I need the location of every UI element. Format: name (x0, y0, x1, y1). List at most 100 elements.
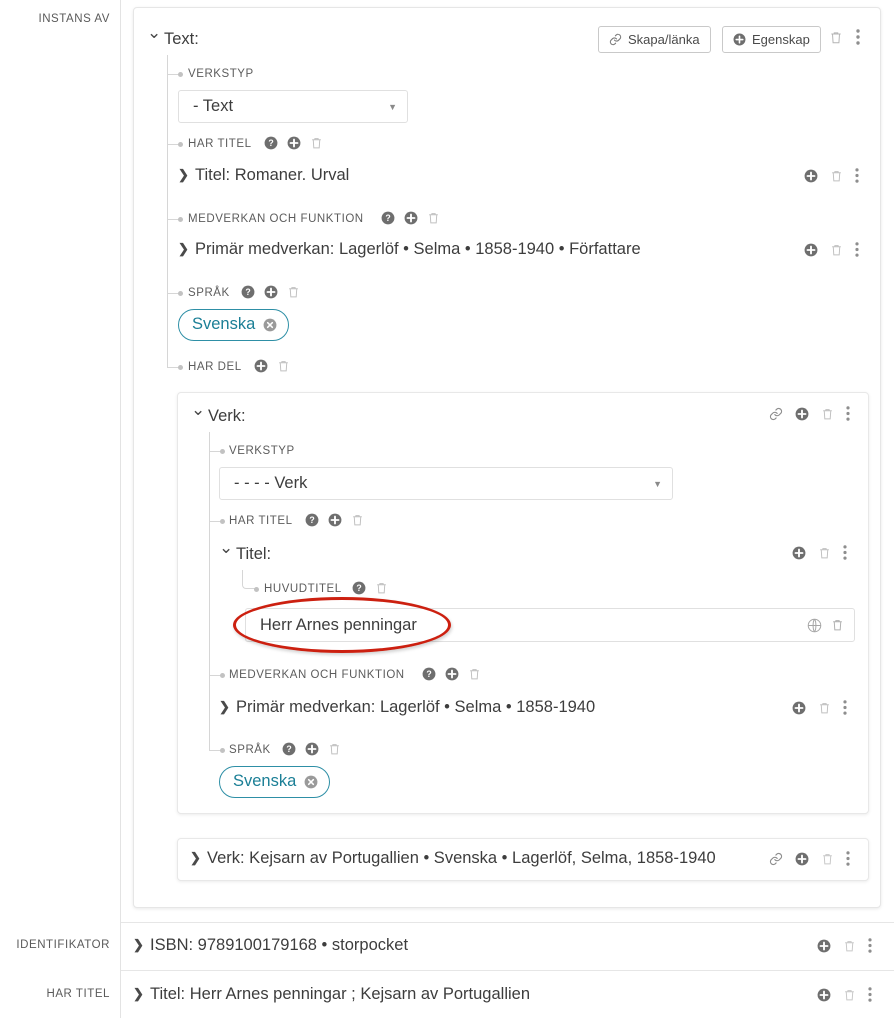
help-circle-icon[interactable]: ? (422, 667, 436, 681)
kebab-menu-icon[interactable] (855, 168, 859, 183)
trash-icon[interactable] (310, 136, 323, 150)
chevron-down-icon[interactable] (191, 405, 204, 425)
sprak-chip-outer[interactable]: Svenska (178, 309, 290, 341)
remove-circle-icon[interactable] (263, 318, 277, 332)
trash-icon[interactable] (351, 513, 364, 527)
tree-guide-inner (209, 432, 210, 751)
medverkan-row-outer-actions (804, 242, 859, 257)
tree-dot (178, 290, 183, 296)
kebab-menu-icon[interactable] (843, 700, 847, 715)
medverkan-row-inner[interactable]: Primär medverkan: Lagerlöf • Selma • 185… (219, 698, 595, 717)
kebab-menu-icon[interactable] (868, 938, 872, 953)
kebab-menu-icon[interactable] (868, 987, 872, 1002)
huvudtitel-input[interactable]: Herr Arnes penningar (245, 608, 855, 642)
verk-subcard-title[interactable]: Verk: (191, 405, 246, 426)
kebab-menu-icon[interactable] (843, 545, 847, 560)
chevron-right-icon[interactable] (178, 167, 191, 183)
remove-circle-icon[interactable] (304, 775, 318, 789)
plus-circle-icon[interactable] (404, 211, 418, 225)
kebab-menu-icon[interactable] (856, 29, 860, 45)
label-verkstyp-inner: VERKSTYP (229, 445, 295, 457)
kebab-menu-icon[interactable] (855, 242, 859, 257)
link-icon[interactable] (769, 407, 783, 421)
help-circle-icon[interactable]: ? (305, 513, 319, 527)
help-circle-icon[interactable]: ? (264, 136, 278, 150)
plus-circle-icon[interactable] (795, 407, 809, 421)
trash-icon[interactable] (818, 701, 831, 715)
help-circle-icon[interactable]: ? (282, 742, 296, 756)
plus-circle-icon[interactable] (795, 852, 809, 866)
verkstyp-select-outer[interactable]: - Text ▼ (178, 90, 408, 123)
plus-circle-icon[interactable] (445, 667, 459, 681)
trash-icon[interactable] (427, 211, 440, 225)
chevron-down-icon[interactable] (147, 28, 160, 48)
tree-dot (220, 672, 225, 678)
chevron-right-icon[interactable] (133, 937, 146, 953)
plus-circle-icon[interactable] (264, 285, 278, 299)
chevron-right-icon[interactable] (133, 986, 146, 1002)
trash-icon[interactable] (328, 742, 341, 756)
medverkan-row-inner-value: Primär medverkan: Lagerlöf • Selma • 185… (236, 698, 596, 716)
trash-icon[interactable] (277, 359, 290, 373)
medverkan-row-outer[interactable]: Primär medverkan: Lagerlöf • Selma • 185… (178, 240, 641, 259)
plus-circle-icon[interactable] (287, 136, 301, 150)
chevron-right-icon[interactable] (219, 699, 232, 715)
skapa-lanka-label: Skapa/länka (628, 32, 700, 47)
trash-icon[interactable] (830, 169, 843, 183)
plus-circle-icon[interactable] (305, 742, 319, 756)
outer-card-title[interactable]: Text: (147, 28, 199, 49)
label-sprak-outer: SPRÅK (188, 287, 230, 299)
chevron-right-icon[interactable] (178, 241, 191, 257)
trash-icon[interactable] (843, 939, 856, 953)
plus-circle-icon (733, 33, 746, 46)
skapa-lanka-button[interactable]: Skapa/länka (598, 26, 711, 53)
har-titel-actions-inner: ? (305, 513, 364, 527)
plus-circle-icon[interactable] (792, 701, 806, 715)
verk-kejsarn-row-text[interactable]: Verk: Kejsarn av Portugallien • Svenska … (190, 849, 716, 868)
titel-node-inner[interactable]: Titel: (219, 543, 271, 564)
verk-kejsarn-row-value: Verk: Kejsarn av Portugallien • Svenska … (207, 849, 716, 867)
sprak-chip-inner[interactable]: Svenska (219, 766, 331, 798)
trash-icon[interactable] (829, 30, 843, 45)
medverkan-actions-outer: ? (381, 211, 440, 225)
plus-circle-icon[interactable] (328, 513, 342, 527)
plus-circle-icon[interactable] (804, 243, 818, 257)
trash-icon[interactable] (375, 581, 388, 595)
huvudtitel-actions: ? (352, 581, 388, 595)
help-circle-icon[interactable]: ? (352, 581, 366, 595)
help-circle-icon[interactable]: ? (381, 211, 395, 225)
plus-circle-icon[interactable] (792, 546, 806, 560)
kebab-menu-icon[interactable] (846, 406, 850, 421)
chevron-right-icon[interactable] (190, 850, 203, 866)
trash-icon[interactable] (831, 618, 844, 632)
trash-icon[interactable] (843, 988, 856, 1002)
label-har-titel-inner: HAR TITEL (229, 515, 293, 527)
globe-icon[interactable] (807, 618, 822, 633)
trash-icon[interactable] (287, 285, 300, 299)
trash-icon[interactable] (821, 407, 834, 421)
plus-circle-icon[interactable] (817, 939, 831, 953)
har-del-actions-outer (254, 359, 290, 373)
sprak-chip-outer-label: Svenska (192, 315, 256, 333)
trash-icon[interactable] (821, 852, 834, 866)
plus-circle-icon[interactable] (804, 169, 818, 183)
egenskap-button[interactable]: Egenskap (722, 26, 821, 53)
trash-icon[interactable] (830, 243, 843, 257)
titel-row-outer[interactable]: Titel: Romaner. Urval (178, 166, 349, 185)
tree-guide-outer (167, 55, 168, 368)
plus-circle-icon[interactable] (817, 988, 831, 1002)
isbn-row-text[interactable]: ISBN: 9789100179168 • storpocket (133, 936, 408, 955)
verk-kejsarn-row-actions (769, 851, 850, 866)
kebab-menu-icon[interactable] (846, 851, 850, 866)
help-circle-icon[interactable]: ? (241, 285, 255, 299)
svg-text:?: ? (268, 138, 273, 148)
isbn-row-value: ISBN: 9789100179168 • storpocket (150, 936, 409, 954)
verkstyp-select-inner[interactable]: - - - - Verk ▼ (219, 467, 673, 500)
link-icon[interactable] (769, 852, 783, 866)
chevron-down-icon[interactable] (219, 543, 232, 563)
trash-icon[interactable] (818, 546, 831, 560)
label-huvudtitel: HUVUDTITEL (264, 583, 342, 595)
plus-circle-icon[interactable] (254, 359, 268, 373)
titel-bottom-row-text[interactable]: Titel: Herr Arnes penningar ; Kejsarn av… (133, 985, 530, 1004)
trash-icon[interactable] (468, 667, 481, 681)
